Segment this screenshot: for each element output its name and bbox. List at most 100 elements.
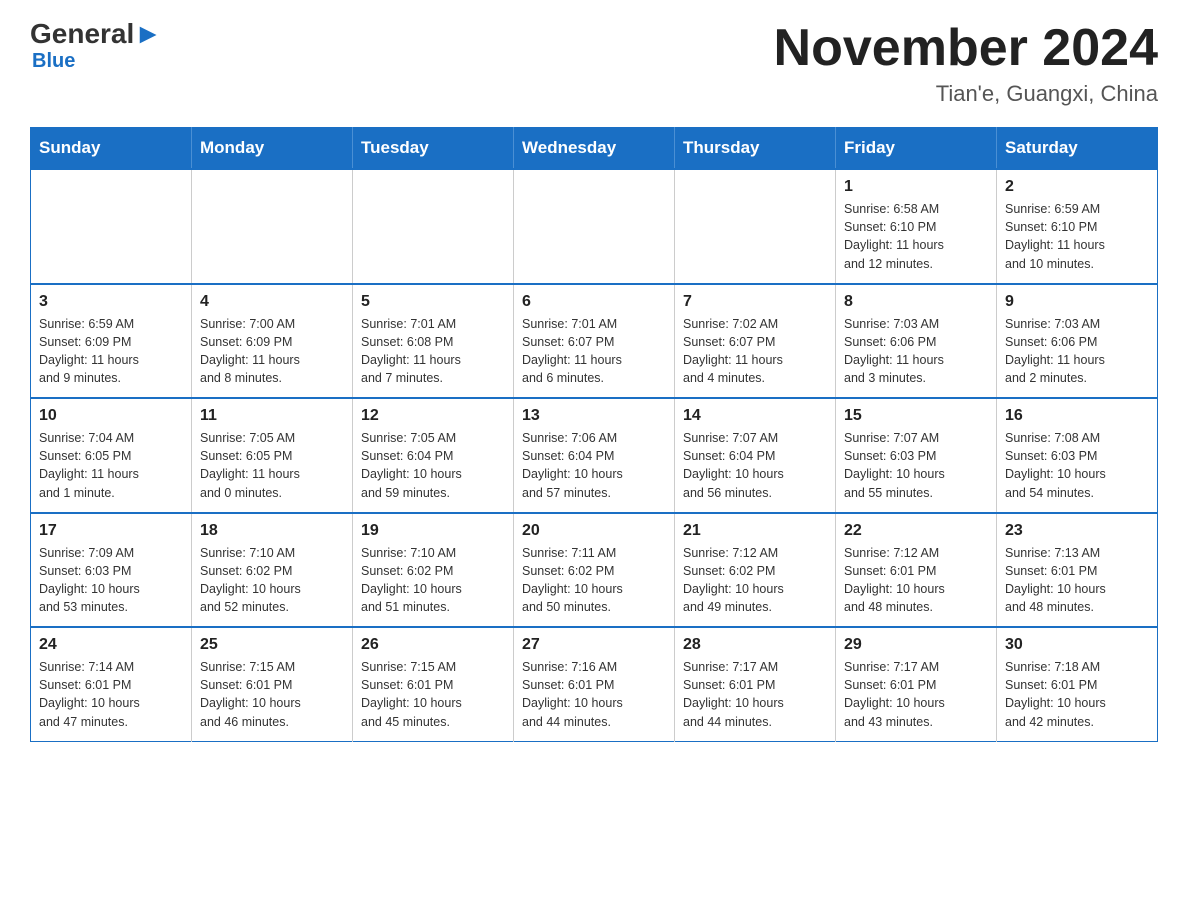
weekday-header-row: SundayMondayTuesdayWednesdayThursdayFrid… <box>31 128 1158 170</box>
day-number: 22 <box>844 522 988 540</box>
day-info: Sunrise: 7:03 AM Sunset: 6:06 PM Dayligh… <box>1005 315 1149 388</box>
day-info: Sunrise: 7:15 AM Sunset: 6:01 PM Dayligh… <box>200 658 344 731</box>
logo-general: General► <box>30 20 162 48</box>
calendar-cell <box>31 169 192 284</box>
title-block: November 2024 Tian'e, Guangxi, China <box>774 20 1158 107</box>
day-info: Sunrise: 7:09 AM Sunset: 6:03 PM Dayligh… <box>39 544 183 617</box>
calendar-cell: 27Sunrise: 7:16 AM Sunset: 6:01 PM Dayli… <box>514 627 675 741</box>
calendar-cell: 28Sunrise: 7:17 AM Sunset: 6:01 PM Dayli… <box>675 627 836 741</box>
day-info: Sunrise: 7:05 AM Sunset: 6:04 PM Dayligh… <box>361 429 505 502</box>
day-number: 12 <box>361 407 505 425</box>
calendar-cell: 11 Sunrise: 7:05 AM Sunset: 6:05 PM Dayli… <box>192 398 353 513</box>
calendar-cell: 21 Sunrise: 7:12 AM Sunset: 6:02 PM Dayli… <box>675 513 836 628</box>
calendar-cell: 4 Sunrise: 7:00 AM Sunset: 6:09 PM Daylig… <box>192 284 353 399</box>
day-info: Sunrise: 7:07 AM Sunset: 6:03 PM Dayligh… <box>844 429 988 502</box>
logo: General► Blue <box>30 20 162 73</box>
calendar-cell: 30 Sunrise: 7:18 AM Sunset: 6:01 PM Dayli… <box>997 627 1158 741</box>
calendar-cell: 6 Sunrise: 7:01 AM Sunset: 6:07 PM Daylig… <box>514 284 675 399</box>
day-info: Sunrise: 7:03 AM Sunset: 6:06 PM Dayligh… <box>844 315 988 388</box>
day-info: Sunrise: 7:00 AM Sunset: 6:09 PM Dayligh… <box>200 315 344 388</box>
day-info: Sunrise: 7:08 AM Sunset: 6:03 PM Dayligh… <box>1005 429 1149 502</box>
page-header: General► Blue November 2024 Tian'e, Guan… <box>30 20 1158 107</box>
day-number: 28 <box>683 636 827 654</box>
day-info: Sunrise: 7:12 AM Sunset: 6:01 PM Dayligh… <box>844 544 988 617</box>
day-info: Sunrise: 7:11 AM Sunset: 6:02 PM Dayligh… <box>522 544 666 617</box>
day-info: Sunrise: 7:13 AM Sunset: 6:01 PM Dayligh… <box>1005 544 1149 617</box>
day-info: Sunrise: 7:07 AM Sunset: 6:04 PM Dayligh… <box>683 429 827 502</box>
calendar-cell: 12 Sunrise: 7:05 AM Sunset: 6:04 PM Dayli… <box>353 398 514 513</box>
day-number: 30 <box>1005 636 1149 654</box>
calendar-cell: 17Sunrise: 7:09 AM Sunset: 6:03 PM Dayli… <box>31 513 192 628</box>
day-number: 10 <box>39 407 183 425</box>
day-number: 24 <box>39 636 183 654</box>
day-info: Sunrise: 7:05 AM Sunset: 6:05 PM Dayligh… <box>200 429 344 502</box>
calendar-cell: 29Sunrise: 7:17 AM Sunset: 6:01 PM Dayli… <box>836 627 997 741</box>
day-info: Sunrise: 7:10 AM Sunset: 6:02 PM Dayligh… <box>200 544 344 617</box>
weekday-header-friday: Friday <box>836 128 997 170</box>
day-info: Sunrise: 6:59 AM Sunset: 6:09 PM Dayligh… <box>39 315 183 388</box>
calendar-cell: 3 Sunrise: 6:59 AM Sunset: 6:09 PM Daylig… <box>31 284 192 399</box>
calendar-cell <box>192 169 353 284</box>
week-row-5: 24 Sunrise: 7:14 AM Sunset: 6:01 PM Dayli… <box>31 627 1158 741</box>
day-number: 26 <box>361 636 505 654</box>
calendar-cell: 2Sunrise: 6:59 AM Sunset: 6:10 PM Daylig… <box>997 169 1158 284</box>
calendar-cell: 15 Sunrise: 7:07 AM Sunset: 6:03 PM Dayli… <box>836 398 997 513</box>
calendar-cell: 5Sunrise: 7:01 AM Sunset: 6:08 PM Daylig… <box>353 284 514 399</box>
day-number: 23 <box>1005 522 1149 540</box>
calendar-cell <box>675 169 836 284</box>
day-info: Sunrise: 6:59 AM Sunset: 6:10 PM Dayligh… <box>1005 200 1149 273</box>
weekday-header-thursday: Thursday <box>675 128 836 170</box>
logo-blue: Blue <box>30 50 75 73</box>
weekday-header-tuesday: Tuesday <box>353 128 514 170</box>
week-row-1: 1 Sunrise: 6:58 AM Sunset: 6:10 PM Daylig… <box>31 169 1158 284</box>
day-info: Sunrise: 7:18 AM Sunset: 6:01 PM Dayligh… <box>1005 658 1149 731</box>
day-number: 20 <box>522 522 666 540</box>
weekday-header-sunday: Sunday <box>31 128 192 170</box>
day-info: Sunrise: 7:15 AM Sunset: 6:01 PM Dayligh… <box>361 658 505 731</box>
weekday-header-monday: Monday <box>192 128 353 170</box>
day-number: 27 <box>522 636 666 654</box>
day-number: 8 <box>844 293 988 311</box>
day-number: 21 <box>683 522 827 540</box>
day-info: Sunrise: 7:01 AM Sunset: 6:08 PM Dayligh… <box>361 315 505 388</box>
day-number: 13 <box>522 407 666 425</box>
calendar-cell: 1 Sunrise: 6:58 AM Sunset: 6:10 PM Daylig… <box>836 169 997 284</box>
weekday-header-saturday: Saturday <box>997 128 1158 170</box>
weekday-header-wednesday: Wednesday <box>514 128 675 170</box>
day-number: 6 <box>522 293 666 311</box>
day-info: Sunrise: 7:02 AM Sunset: 6:07 PM Dayligh… <box>683 315 827 388</box>
day-number: 7 <box>683 293 827 311</box>
calendar-cell <box>514 169 675 284</box>
calendar-cell: 7 Sunrise: 7:02 AM Sunset: 6:07 PM Daylig… <box>675 284 836 399</box>
calendar-cell: 20 Sunrise: 7:11 AM Sunset: 6:02 PM Dayli… <box>514 513 675 628</box>
week-row-3: 10 Sunrise: 7:04 AM Sunset: 6:05 PM Dayli… <box>31 398 1158 513</box>
calendar-cell: 13 Sunrise: 7:06 AM Sunset: 6:04 PM Dayli… <box>514 398 675 513</box>
day-number: 14 <box>683 407 827 425</box>
day-info: Sunrise: 7:04 AM Sunset: 6:05 PM Dayligh… <box>39 429 183 502</box>
day-info: Sunrise: 7:01 AM Sunset: 6:07 PM Dayligh… <box>522 315 666 388</box>
day-info: Sunrise: 7:12 AM Sunset: 6:02 PM Dayligh… <box>683 544 827 617</box>
calendar-cell: 8 Sunrise: 7:03 AM Sunset: 6:06 PM Daylig… <box>836 284 997 399</box>
day-number: 4 <box>200 293 344 311</box>
day-info: Sunrise: 7:10 AM Sunset: 6:02 PM Dayligh… <box>361 544 505 617</box>
calendar-cell <box>353 169 514 284</box>
day-number: 29 <box>844 636 988 654</box>
calendar-cell: 22 Sunrise: 7:12 AM Sunset: 6:01 PM Dayli… <box>836 513 997 628</box>
day-info: Sunrise: 7:14 AM Sunset: 6:01 PM Dayligh… <box>39 658 183 731</box>
day-number: 18 <box>200 522 344 540</box>
calendar-table: SundayMondayTuesdayWednesdayThursdayFrid… <box>30 127 1158 742</box>
week-row-4: 17Sunrise: 7:09 AM Sunset: 6:03 PM Dayli… <box>31 513 1158 628</box>
calendar-cell: 26 Sunrise: 7:15 AM Sunset: 6:01 PM Dayli… <box>353 627 514 741</box>
calendar-cell: 23 Sunrise: 7:13 AM Sunset: 6:01 PM Dayli… <box>997 513 1158 628</box>
day-number: 3 <box>39 293 183 311</box>
day-number: 15 <box>844 407 988 425</box>
calendar-cell: 14 Sunrise: 7:07 AM Sunset: 6:04 PM Dayli… <box>675 398 836 513</box>
calendar-cell: 24 Sunrise: 7:14 AM Sunset: 6:01 PM Dayli… <box>31 627 192 741</box>
calendar-cell: 18 Sunrise: 7:10 AM Sunset: 6:02 PM Dayli… <box>192 513 353 628</box>
calendar-cell: 10 Sunrise: 7:04 AM Sunset: 6:05 PM Dayli… <box>31 398 192 513</box>
day-number: 11 <box>200 407 344 425</box>
month-title: November 2024 <box>774 20 1158 77</box>
day-info: Sunrise: 7:06 AM Sunset: 6:04 PM Dayligh… <box>522 429 666 502</box>
day-info: Sunrise: 6:58 AM Sunset: 6:10 PM Dayligh… <box>844 200 988 273</box>
day-number: 1 <box>844 178 988 196</box>
